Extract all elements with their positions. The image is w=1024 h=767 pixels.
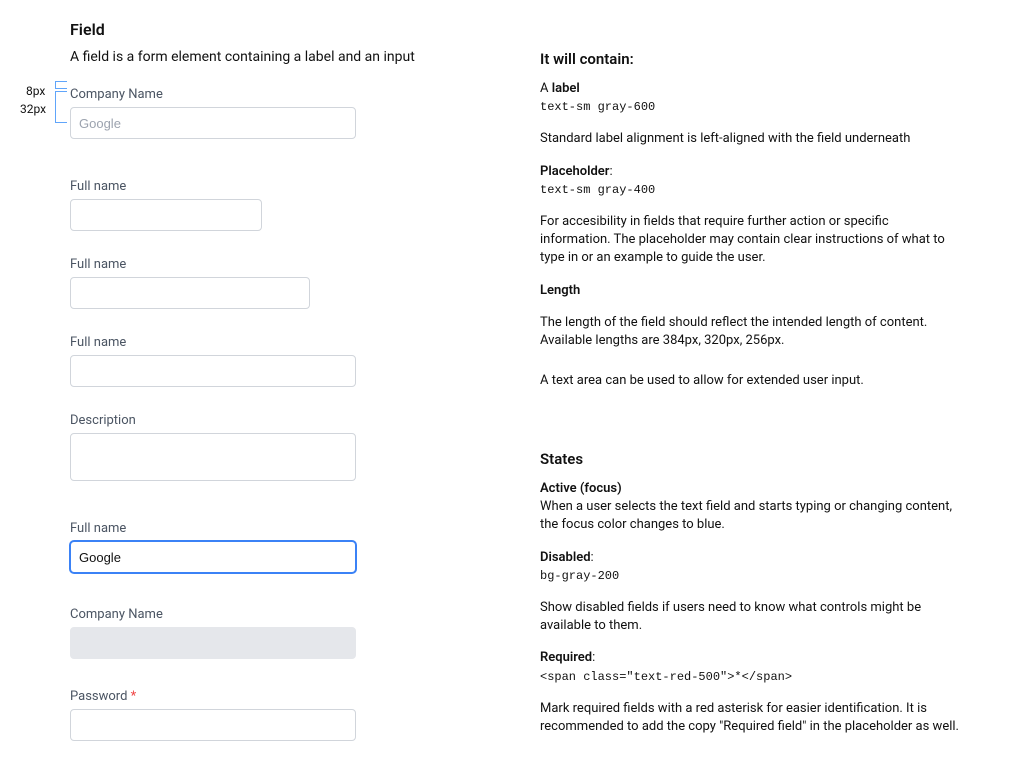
annotation-8px: 8px: [26, 84, 45, 98]
company-label: Company Name: [70, 87, 470, 102]
field-company-disabled: Company Name: [70, 607, 470, 659]
password-label-text: Password: [70, 689, 127, 704]
label-code: text-sm gray-600: [540, 100, 655, 114]
field-fullname-2: Full name: [70, 257, 470, 309]
description-label: Description: [70, 413, 470, 428]
fullname-input[interactable]: [70, 277, 310, 309]
disabled-desc: Show disabled fields if users need to kn…: [540, 599, 960, 635]
contain-label-para: A label text-sm gray-600: [540, 80, 960, 116]
state-active: Active (focus) When a user selects the t…: [540, 480, 960, 535]
label-word: label: [552, 81, 580, 96]
password-input[interactable]: [70, 709, 356, 741]
field-password: Password *: [70, 689, 470, 741]
contain-length-para: Length: [540, 282, 960, 300]
company-input[interactable]: [70, 107, 356, 139]
fullname-label: Full name: [70, 521, 470, 536]
password-label: Password *: [70, 689, 470, 704]
contain-heading: It will contain:: [540, 50, 960, 68]
fullname-input[interactable]: [70, 355, 356, 387]
fullname-label: Full name: [70, 257, 470, 272]
field-fullname-3: Full name: [70, 335, 470, 387]
company-input-disabled: [70, 627, 356, 659]
disabled-title: Disabled: [540, 550, 591, 565]
placeholder-title: Placeholder: [540, 164, 609, 179]
contain-section: It will contain: A label text-sm gray-60…: [540, 50, 960, 404]
fullname-input-focused[interactable]: [70, 541, 356, 573]
required-desc: Mark required fields with a red asterisk…: [540, 700, 960, 736]
required-code: <span class="text-red-500">*</span>: [540, 670, 792, 684]
fullname-label: Full name: [70, 179, 470, 194]
company-label: Company Name: [70, 607, 470, 622]
page-title: Field: [70, 20, 470, 39]
textarea-desc: A text area can be used to allow for ext…: [540, 372, 960, 390]
field-description: Description: [70, 413, 470, 481]
states-heading: States: [540, 450, 960, 468]
field-fullname-1: Full name: [70, 179, 470, 231]
required-star-icon: *: [127, 689, 136, 704]
label-desc: Standard label alignment is left-aligned…: [540, 130, 960, 148]
state-required: Required: <span class="text-red-500">*</…: [540, 649, 960, 685]
required-colon: :: [592, 650, 595, 665]
length-desc: The length of the field should reflect t…: [540, 314, 960, 350]
active-desc: When a user selects the text field and s…: [540, 499, 952, 532]
fullname-input[interactable]: [70, 199, 262, 231]
disabled-code: bg-gray-200: [540, 569, 619, 583]
state-disabled: Disabled: bg-gray-200: [540, 549, 960, 585]
label-prefix: A: [540, 81, 552, 96]
field-fullname-focused: Full name: [70, 521, 470, 573]
page-lead: A field is a form element containing a l…: [70, 49, 470, 65]
required-title: Required: [540, 650, 592, 665]
active-title: Active (focus): [540, 481, 622, 496]
annotation-32px: 32px: [20, 102, 46, 116]
placeholder-desc: For accesibility in fields that require …: [540, 213, 960, 268]
contain-placeholder-para: Placeholder: text-sm gray-400: [540, 163, 960, 199]
placeholder-colon: :: [609, 164, 612, 179]
bracket-32-icon: [55, 91, 67, 123]
field-company-annotated: 8px 32px Company Name: [70, 87, 470, 139]
placeholder-code: text-sm gray-400: [540, 183, 655, 197]
length-title: Length: [540, 283, 580, 298]
bracket-8-icon: [55, 81, 67, 89]
disabled-colon: :: [591, 550, 594, 565]
fullname-label: Full name: [70, 335, 470, 350]
description-textarea[interactable]: [70, 433, 356, 481]
states-section: States Active (focus) When a user select…: [540, 450, 960, 750]
